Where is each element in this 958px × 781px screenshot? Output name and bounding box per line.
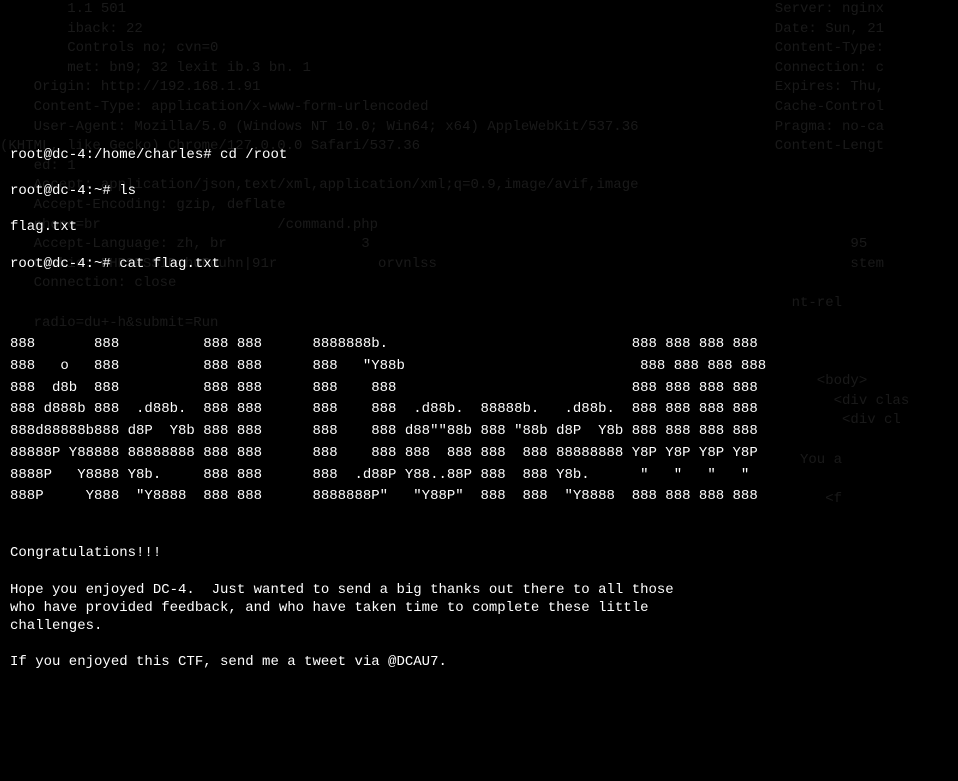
shell-command: cat flag.txt — [111, 256, 220, 272]
shell-prompt: root@dc-4:/home/charles# — [10, 147, 212, 163]
shell-command: cd /root — [212, 147, 288, 163]
shell-prompt: root@dc-4:~# — [10, 256, 111, 272]
ascii-art-banner: 888 888 888 888 8888888b. 888 888 888 88… — [10, 291, 948, 508]
terminal-output: root@dc-4:/home/charles# cd /root root@d… — [0, 127, 958, 689]
output-line: flag.txt — [10, 218, 948, 236]
flag-message: Congratulations!!! Hope you enjoyed DC-4… — [10, 526, 948, 672]
shell-prompt: root@dc-4:~# — [10, 183, 111, 199]
prompt-line: root@dc-4:~# ls — [10, 182, 948, 200]
prompt-line: root@dc-4:~# cat flag.txt — [10, 255, 948, 273]
prompt-line: root@dc-4:/home/charles# cd /root — [10, 146, 948, 164]
shell-command: ls — [111, 183, 136, 199]
